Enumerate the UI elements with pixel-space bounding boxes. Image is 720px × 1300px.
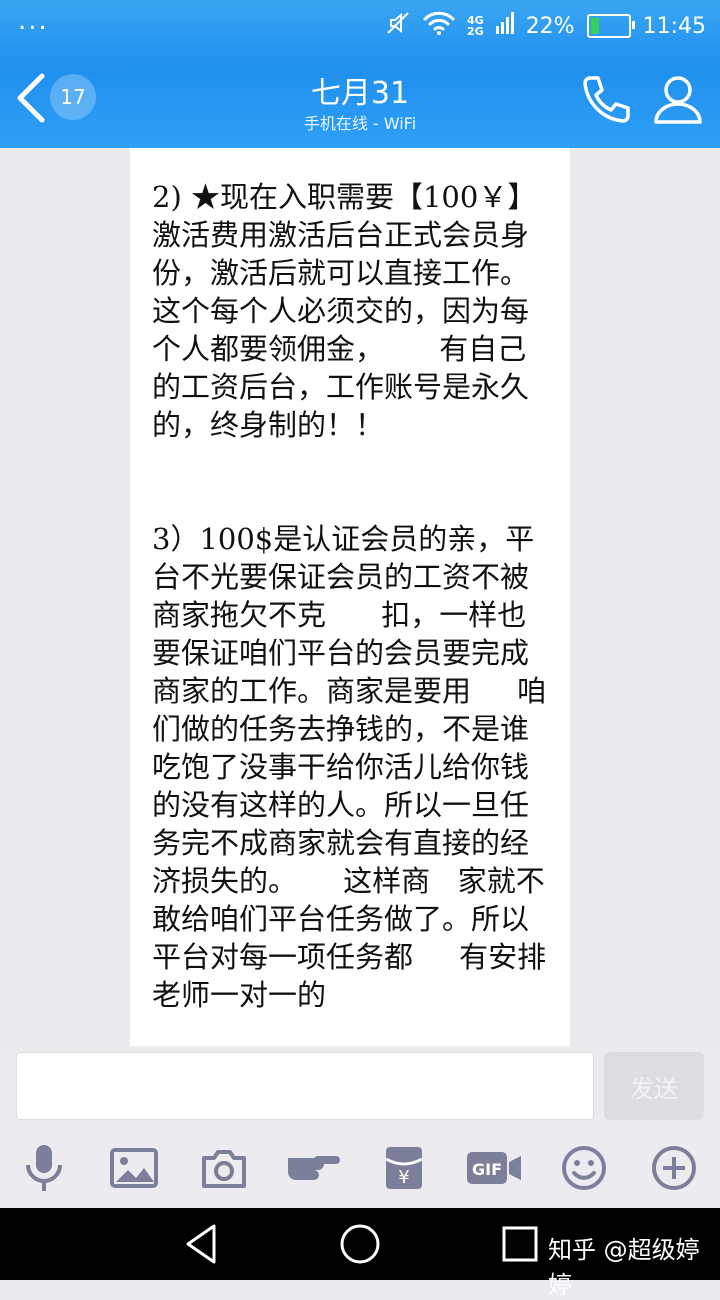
wifi-icon bbox=[423, 11, 455, 41]
input-area: 发送 ¥ GIF bbox=[0, 1046, 720, 1208]
send-button[interactable]: 发送 bbox=[604, 1052, 704, 1120]
toolbar: ¥ GIF bbox=[0, 1134, 720, 1204]
contact-icon[interactable] bbox=[650, 72, 706, 128]
microphone-icon[interactable] bbox=[14, 1140, 74, 1196]
top-bar: ... 4G 2G 22% 11:45 17 七月31 手机在线 - WiFi bbox=[0, 0, 720, 148]
camera-icon[interactable] bbox=[194, 1140, 254, 1196]
image-icon[interactable] bbox=[104, 1140, 164, 1196]
message-paragraph-2: 2) ★现在入职需要【100￥】激活费用激活后台正式会员身份，激活后就可以直接工… bbox=[152, 180, 537, 442]
network-type: 4G 2G bbox=[467, 15, 484, 37]
plus-icon[interactable] bbox=[644, 1140, 704, 1196]
nav-recents-icon[interactable] bbox=[498, 1222, 542, 1266]
status-bar: ... 4G 2G 22% 11:45 bbox=[0, 0, 720, 50]
poke-icon[interactable] bbox=[284, 1140, 344, 1196]
chat-header: 17 七月31 手机在线 - WiFi bbox=[0, 50, 720, 148]
battery-icon bbox=[586, 14, 635, 38]
mute-icon bbox=[385, 10, 411, 42]
message-bubble: 2) ★现在入职需要【100￥】激活费用激活后台正式会员身份，激活后就可以直接工… bbox=[130, 148, 570, 1046]
svg-text:GIF: GIF bbox=[472, 1160, 502, 1179]
message-input[interactable] bbox=[16, 1052, 594, 1120]
nav-back-icon[interactable] bbox=[180, 1222, 224, 1266]
svg-text:¥: ¥ bbox=[398, 1167, 409, 1188]
notification-dots: ... bbox=[18, 6, 49, 36]
watermark: 知乎 @超级婷婷 bbox=[548, 1236, 700, 1299]
phone-icon[interactable] bbox=[578, 72, 634, 128]
battery-percent: 22% bbox=[525, 13, 575, 39]
nav-home-icon[interactable] bbox=[338, 1222, 382, 1266]
message-paragraph-3: 3）100$是认证会员的亲，平台不光要保证会员的工资不被商家拖欠不克 扣，一样也… bbox=[152, 522, 547, 1012]
emoji-icon[interactable] bbox=[554, 1140, 614, 1196]
system-nav-bar: 知乎 @超级婷婷 bbox=[0, 1208, 720, 1299]
network-2g: 2G bbox=[467, 25, 484, 38]
red-packet-icon[interactable]: ¥ bbox=[374, 1140, 434, 1196]
gif-icon[interactable]: GIF bbox=[464, 1140, 524, 1196]
clock: 11:45 bbox=[642, 13, 706, 39]
signal-icon bbox=[495, 12, 514, 40]
